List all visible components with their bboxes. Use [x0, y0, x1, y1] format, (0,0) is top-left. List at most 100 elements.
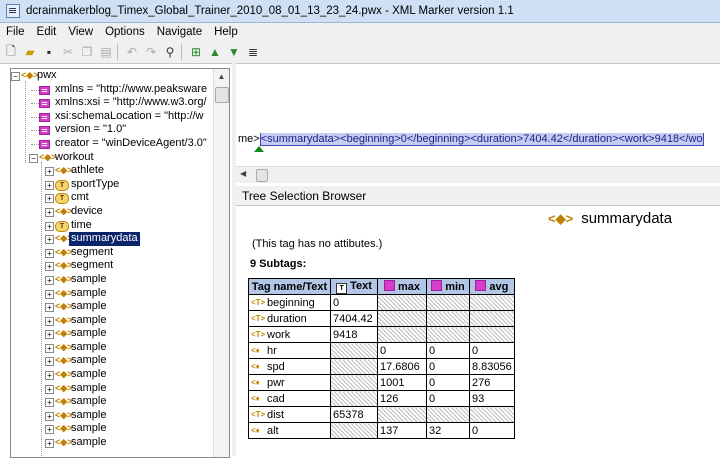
cell-text[interactable]	[330, 342, 378, 359]
cell-max[interactable]: 1001	[377, 374, 427, 391]
xml-tree-panel[interactable]: − <◆> pwx xmlns = "http://www.peaksware xmln…	[10, 68, 230, 458]
expand-icon[interactable]: +	[45, 398, 54, 408]
xml-text-view[interactable]: me><summarydata><beginning>0</beginning>…	[238, 133, 720, 147]
expand-icon[interactable]: +	[45, 343, 54, 353]
cell-max[interactable]	[377, 326, 427, 343]
tree-icon[interactable]: ⊞	[188, 44, 204, 60]
cell-tag-name[interactable]: <T> duration	[248, 310, 331, 327]
expand-icon[interactable]: +	[45, 303, 54, 313]
open-icon[interactable]: ▰	[22, 44, 38, 60]
expand-icon[interactable]: +	[45, 411, 54, 421]
cell-avg[interactable]	[469, 310, 515, 327]
scroll-left-icon[interactable]: ◀	[240, 169, 246, 178]
cell-text[interactable]	[330, 358, 378, 375]
cell-min[interactable]	[426, 310, 470, 327]
cell-min[interactable]: 0	[426, 390, 470, 407]
expand-icon[interactable]: −	[11, 72, 20, 81]
menu-file[interactable]: File	[0, 26, 31, 38]
redo-icon[interactable]: ↷	[143, 44, 159, 60]
new-icon[interactable]: 🗋	[3, 44, 19, 60]
table-row[interactable]: <T> beginning 0	[248, 294, 515, 311]
save-icon[interactable]: ▪	[41, 44, 57, 60]
cell-min[interactable]	[426, 406, 470, 423]
cell-min[interactable]: 0	[426, 342, 470, 359]
cell-tag-name[interactable]: <T> dist	[248, 406, 331, 423]
cell-text[interactable]	[330, 390, 378, 407]
table-row[interactable]: <♦ spd 17.6806 0 8.83056	[248, 358, 515, 375]
cell-min[interactable]: 0	[426, 358, 470, 375]
cell-tag-name[interactable]: <T> work	[248, 326, 331, 343]
cell-tag-name[interactable]: <♦ spd	[248, 358, 331, 375]
cell-min[interactable]: 32	[426, 422, 470, 439]
table-row[interactable]: <♦ cad 126 0 93	[248, 390, 515, 407]
col-text[interactable]: T Text	[330, 278, 378, 295]
tree-node-attribute[interactable]: version = "1.0"	[11, 123, 213, 137]
list-icon[interactable]: ≣	[245, 44, 261, 60]
cell-avg[interactable]	[469, 326, 515, 343]
table-row[interactable]: <♦ pwr 1001 0 276	[248, 374, 515, 391]
tree-node-attribute[interactable]: creator = "winDeviceAgent/3.0"	[11, 137, 213, 151]
expand-icon[interactable]: +	[45, 384, 54, 394]
cell-avg[interactable]	[469, 294, 515, 311]
cell-avg[interactable]: 276	[469, 374, 515, 391]
expand-icon[interactable]: +	[45, 167, 54, 177]
expand-icon[interactable]: +	[45, 357, 54, 367]
cell-text[interactable]: 7404.42	[330, 310, 378, 327]
expand-icon[interactable]: +	[45, 330, 54, 340]
menu-help[interactable]: Help	[208, 26, 244, 38]
panel-splitter[interactable]	[232, 63, 236, 456]
expand-icon[interactable]: +	[45, 262, 54, 272]
scroll-thumb[interactable]	[215, 87, 229, 103]
copy-icon[interactable]: ❐	[79, 44, 95, 60]
xml-horizontal-scrollbar[interactable]: ◀	[236, 166, 720, 183]
up-icon[interactable]: ▲	[207, 44, 223, 60]
tree-node-attribute[interactable]: xsi:schemaLocation = "http://w	[11, 110, 213, 124]
cell-min[interactable]	[426, 294, 470, 311]
menu-navigate[interactable]: Navigate	[151, 26, 208, 38]
col-min[interactable]: min	[426, 278, 470, 295]
cell-min[interactable]	[426, 326, 470, 343]
menu-view[interactable]: View	[62, 26, 99, 38]
undo-icon[interactable]: ↶	[124, 44, 140, 60]
cell-max[interactable]	[377, 294, 427, 311]
cell-max[interactable]	[377, 406, 427, 423]
cell-text[interactable]: 9418	[330, 326, 378, 343]
paste-icon[interactable]: ▤	[98, 44, 114, 60]
find-icon[interactable]: ⚲	[162, 44, 178, 60]
col-tag-name[interactable]: Tag name/Text	[248, 278, 331, 295]
col-max[interactable]: max	[377, 278, 427, 295]
cell-text[interactable]: 65378	[330, 406, 378, 423]
scroll-thumb[interactable]	[256, 169, 268, 182]
menu-edit[interactable]: Edit	[31, 26, 63, 38]
cell-avg[interactable]	[469, 406, 515, 423]
cell-max[interactable]: 0	[377, 342, 427, 359]
cell-tag-name[interactable]: <T> beginning	[248, 294, 331, 311]
cell-avg[interactable]: 93	[469, 390, 515, 407]
menu-options[interactable]: Options	[99, 26, 151, 38]
expand-icon[interactable]: +	[45, 371, 54, 381]
tree-node-attribute[interactable]: xmlns:xsi = "http://www.w3.org/	[11, 96, 213, 110]
expand-icon[interactable]: −	[29, 153, 38, 163]
table-row[interactable]: <T> dist 65378	[248, 406, 515, 423]
cell-text[interactable]	[330, 374, 378, 391]
expand-icon[interactable]: +	[45, 289, 54, 299]
expand-icon[interactable]: +	[45, 194, 54, 204]
expand-icon[interactable]: +	[45, 425, 54, 435]
table-row[interactable]: <♦ alt 137 32 0	[248, 422, 515, 439]
table-row[interactable]: <♦ hr 0 0 0	[248, 342, 515, 359]
cell-avg[interactable]: 0	[469, 422, 515, 439]
expand-icon[interactable]: +	[45, 207, 54, 217]
scroll-up-icon[interactable]: ▲	[214, 69, 229, 84]
cell-tag-name[interactable]: <♦ cad	[248, 390, 331, 407]
expand-icon[interactable]: +	[45, 248, 54, 258]
cut-icon[interactable]: ✂	[60, 44, 76, 60]
cell-text[interactable]: 0	[330, 294, 378, 311]
tree-vertical-scrollbar[interactable]: ▲	[213, 69, 229, 457]
cell-max[interactable]: 137	[377, 422, 427, 439]
cell-tag-name[interactable]: <♦ pwr	[248, 374, 331, 391]
expand-icon[interactable]: +	[45, 439, 54, 449]
down-icon[interactable]: ▼	[226, 44, 242, 60]
cell-max[interactable]: 17.6806	[377, 358, 427, 375]
expand-icon[interactable]: +	[45, 235, 54, 245]
cell-avg[interactable]: 0	[469, 342, 515, 359]
